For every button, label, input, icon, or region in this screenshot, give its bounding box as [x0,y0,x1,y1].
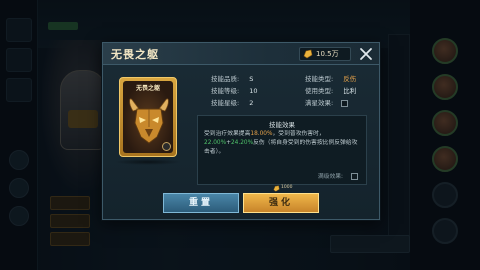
stat-value: S [249,75,254,83]
skill-stats: 技能品质: S 技能等级: 10 技能星级: 2 技能类型: 反伤 使用类型: 比利 满星… [211,73,381,109]
stat-level: 技能等级: 10 [211,85,257,95]
reset-button[interactable]: 重置 [163,193,239,213]
currency-value: 10.5万 [316,50,339,58]
desc-value: 18.00% [250,131,273,137]
max-star-checkbox[interactable] [341,99,349,107]
desc-value: 22.00% [204,140,227,146]
dialog-header: 无畏之躯 10.5万 [103,43,379,65]
card-level-badge [162,142,171,151]
stat-label: 使用类型: [305,87,334,95]
gold-ingot-icon [303,49,313,59]
dialog-title: 无畏之躯 [111,48,159,61]
stat-label: 技能类型: [305,75,334,83]
stat-value: 反伤 [343,75,357,83]
card-inner: 无畏之躯 [123,81,173,153]
skill-dialog: 无畏之躯 10.5万 无畏之躯 技能品质: S 技能等级: 10 技能星级: 2… [102,42,380,220]
upgrade-cost: 1000 [273,185,303,193]
stat-label: 技能星级: [211,99,240,107]
stat-label: 满星效果: [305,99,334,107]
stat-label: 技能等级: [211,87,240,95]
stat-mode: 使用类型: 比利 [305,85,356,95]
stat-star: 技能星级: 2 [211,97,253,107]
upgrade-cost-value: 1000 [281,185,293,190]
desc-text: ，受到普攻伤害时， [272,131,325,137]
skill-effect-title: 技能效果 [269,121,295,129]
skill-effect-description: 受到治疗效果提高18.00%，受到普攻伤害时，22.00%+24.20%反伤（将… [204,130,362,157]
desc-value: 24.20% [230,140,254,146]
skill-max-effect: 满级效果: [318,171,358,180]
max-effect-checkbox[interactable] [351,173,358,180]
close-icon[interactable] [357,45,375,63]
stat-type: 技能类型: 反伤 [305,73,356,83]
stat-label: 技能品质: [211,75,240,83]
stat-value: 10 [249,87,258,95]
stat-quality: 技能品质: S [211,73,253,83]
upgrade-button[interactable]: 强化 [243,193,319,213]
desc-text: 受到治疗效果提高 [204,131,251,137]
skill-card: 无畏之躯 [119,77,177,157]
currency-display: 10.5万 [299,47,351,61]
card-shadow [115,159,181,165]
card-name: 无畏之躯 [135,85,160,92]
gold-ingot-icon [273,185,280,192]
max-effect-label: 满级效果: [317,174,343,180]
skill-effect-box: 技能效果 受到治疗效果提高18.00%，受到普攻伤害时，22.00%+24.20… [197,115,367,185]
stat-value: 2 [249,99,254,107]
stat-max-star: 满星效果: [305,97,349,107]
horned-mask-icon [129,98,169,144]
stat-value: 比利 [343,87,357,95]
